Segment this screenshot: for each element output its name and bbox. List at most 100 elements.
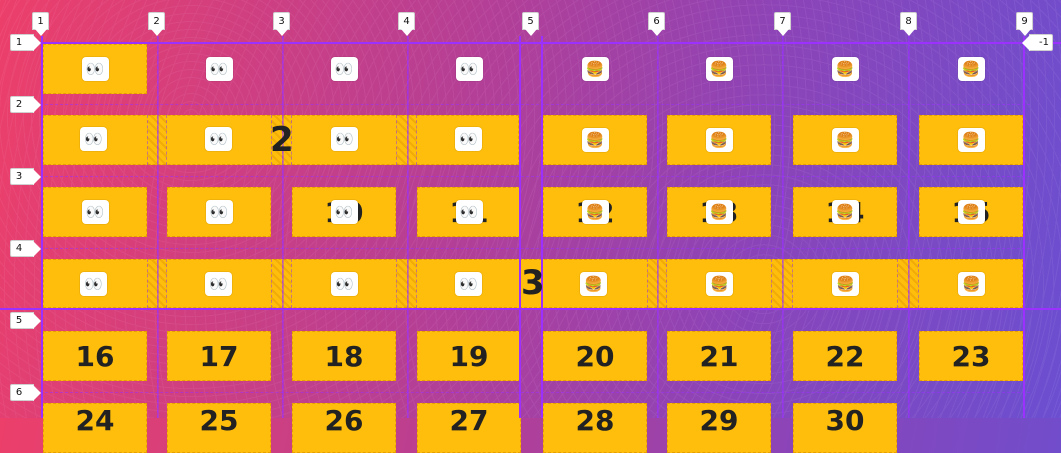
grid-cell-15: 15 🍔 (919, 187, 1023, 237)
burger-icon: 🍔 (581, 57, 609, 81)
area-label-2: 2 (270, 120, 294, 160)
eyes-icon: 👀 (455, 57, 483, 81)
burger-icon: 🍔 (957, 57, 985, 81)
grid-cell-7: 7 🍔 (667, 115, 771, 165)
cell-number: 24 (75, 404, 115, 437)
burger-icon: 🍔 (831, 200, 859, 224)
cell-number: 26 (324, 404, 364, 437)
column-tag: 9 (1016, 12, 1033, 36)
cell-number: 29 (699, 404, 739, 437)
row-tag: 1 (10, 34, 41, 51)
grid-cell-9: 9 🍔 (919, 115, 1023, 165)
eyes-icon: 👀 (455, 200, 483, 224)
column-tag: 5 (522, 12, 539, 36)
grid-cell: 🍔 (543, 44, 647, 94)
grid-line-row-2 (30, 104, 1030, 106)
burger-icon: 🍔 (831, 128, 859, 152)
grid-cell-28: 28 (543, 403, 647, 453)
grid-cell-29: 29 (667, 403, 771, 453)
burger-icon: 🍔 (831, 57, 859, 81)
burger-icon: 🍔 (705, 57, 733, 81)
grid-cell: 👀 (292, 44, 396, 94)
grid-line-row-1 (30, 42, 1061, 44)
grid-line-row-4 (30, 248, 1030, 250)
eyes-icon: 👀 (205, 200, 233, 224)
grid-cell: 👀 (167, 44, 271, 94)
row-tag: 3 (10, 168, 41, 185)
grid-cell-14: 14 🍔 (793, 187, 897, 237)
eyes-icon: 👀 (330, 200, 358, 224)
cell-number: 18 (324, 339, 364, 373)
row-tag: 6 (10, 384, 41, 401)
row-tag-negative: -1 (1022, 34, 1053, 51)
grid-cell-12: 12 🍔 (543, 187, 647, 237)
cell-number: 25 (199, 404, 239, 437)
grid-cell-1: 1 👀 (43, 44, 147, 94)
grid-line-col-1 (41, 36, 43, 418)
grid-cell-25: 25 (167, 403, 271, 453)
cell-number: 21 (699, 339, 739, 373)
eyes-icon: 👀 (331, 127, 358, 151)
eyes-icon: 👀 (80, 127, 107, 151)
eyes-icon: 👀 (205, 272, 232, 296)
area-label-3: 3 (521, 263, 545, 303)
grid-line-row-3 (30, 176, 1030, 178)
grid-cell-19: 19 (417, 331, 521, 381)
grid-cell: 👀 (43, 187, 147, 237)
burger-icon: 🍔 (580, 272, 607, 296)
column-tag: 8 (900, 12, 917, 36)
grid-line-col-6 (657, 36, 659, 418)
eyes-icon: 👀 (455, 272, 482, 296)
topographic-background (0, 0, 1061, 418)
grid-line-col-2 (157, 36, 159, 418)
grid-line-col-8 (908, 36, 910, 418)
burger-icon: 🍔 (706, 272, 733, 296)
burger-icon: 🍔 (958, 272, 985, 296)
grid-cell-23: 23 (919, 331, 1023, 381)
grid-cell: 🍔 (919, 44, 1023, 94)
cell-number: 28 (575, 404, 615, 437)
burger-icon: 🍔 (705, 200, 733, 224)
eyes-icon: 👀 (81, 200, 109, 224)
grid-cell-10: 10 👀 (292, 187, 396, 237)
column-tag: 4 (398, 12, 415, 36)
grid-cell: 👀 (417, 44, 521, 94)
eyes-icon: 👀 (205, 127, 232, 151)
grid-cell: 🍔 (667, 44, 771, 94)
grid-cell-13: 13 🍔 (667, 187, 771, 237)
column-tag: 2 (148, 12, 165, 36)
grid-cell-30: 30 (793, 403, 897, 453)
cell-number: 23 (951, 339, 991, 373)
cell-number: 16 (75, 339, 115, 373)
grid-cell-8: 8 🍔 (793, 115, 897, 165)
burger-icon: 🍔 (832, 272, 859, 296)
row-tag: 4 (10, 240, 41, 257)
grid-line-col-9 (1023, 36, 1025, 418)
grid-line-row-5 (0, 308, 1061, 310)
grid-cell: 🍔 (793, 44, 897, 94)
column-tag: 6 (648, 12, 665, 36)
grid-cell-18: 18 (292, 331, 396, 381)
grid-line-col-3 (282, 36, 284, 418)
grid-line-row-6 (30, 392, 1030, 394)
eyes-icon: 👀 (331, 272, 358, 296)
burger-icon: 🍔 (957, 200, 985, 224)
row-tag: 5 (10, 312, 41, 329)
cell-number: 27 (449, 404, 489, 437)
grid-cell-6: 6 🍔 (543, 115, 647, 165)
grid-line-col-5a (519, 36, 521, 418)
eyes-icon: 👀 (455, 127, 482, 151)
grid-cell-20: 20 (543, 331, 647, 381)
column-tag: 1 (32, 12, 49, 36)
cell-number: 22 (825, 339, 865, 373)
burger-icon: 🍔 (705, 128, 733, 152)
eyes-icon: 👀 (81, 57, 109, 81)
burger-icon: 🍔 (581, 200, 609, 224)
grid-cell-22: 22 (793, 331, 897, 381)
eyes-icon: 👀 (205, 57, 233, 81)
burger-icon: 🍔 (957, 128, 985, 152)
burger-icon: 🍔 (581, 128, 609, 152)
eyes-icon: 👀 (80, 272, 107, 296)
column-tag: 7 (774, 12, 791, 36)
grid-cell-21: 21 (667, 331, 771, 381)
